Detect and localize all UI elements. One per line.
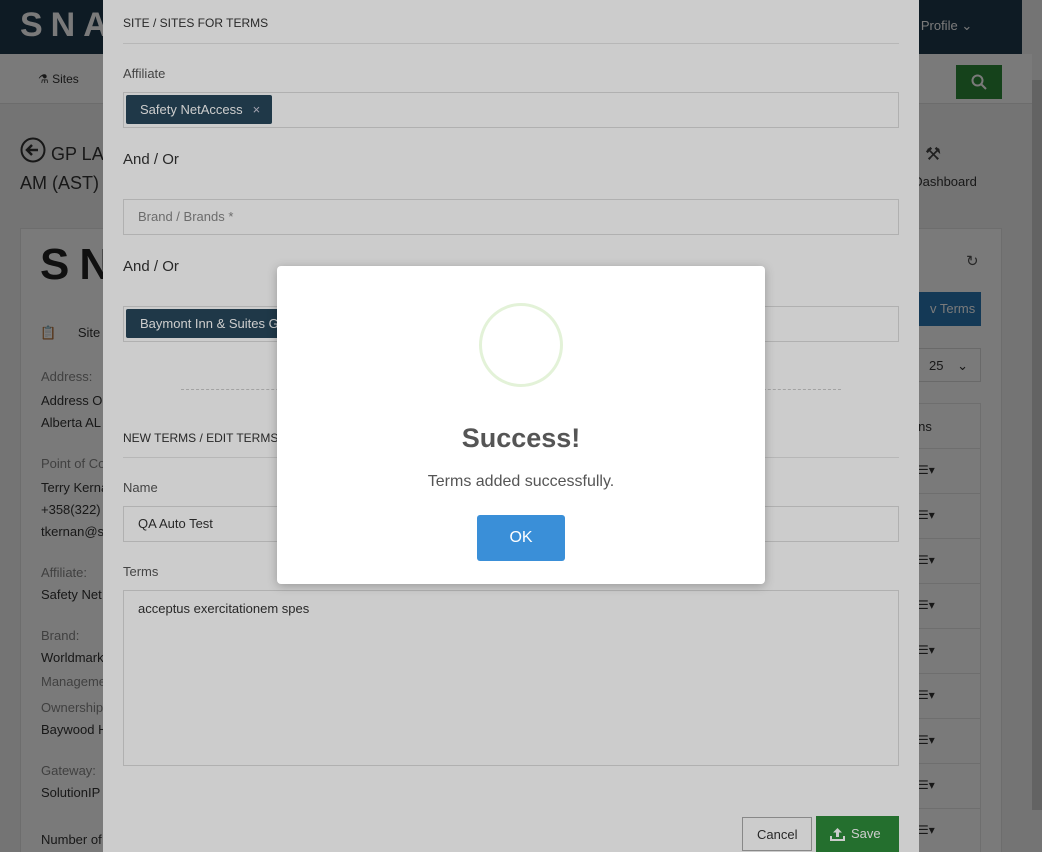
dialog-title: Success! [461, 423, 581, 453]
success-icon [479, 303, 563, 387]
ok-button[interactable]: OK [477, 515, 565, 561]
success-dialog: Success! Terms added successfully. OK [277, 266, 765, 584]
dialog-message: Terms added successfully. [427, 473, 615, 490]
